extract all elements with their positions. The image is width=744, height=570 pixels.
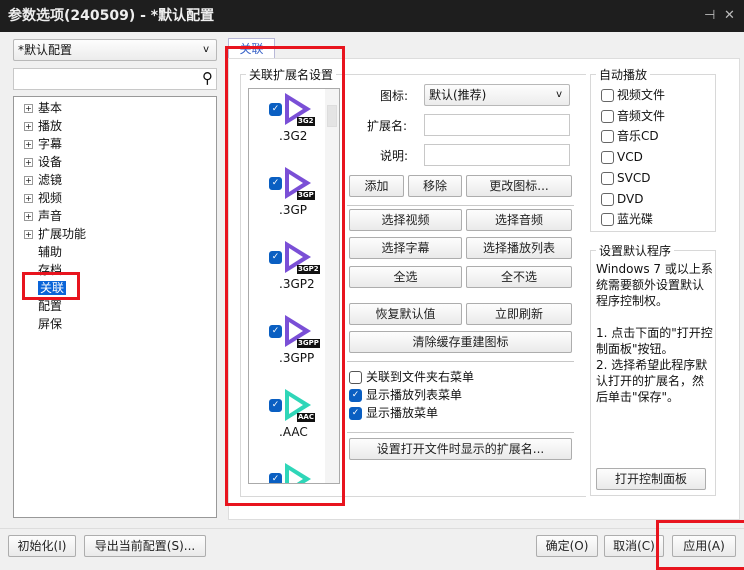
add-button[interactable]: 添加 [349,175,404,197]
autoplay-label: 音乐CD [617,129,659,144]
tree-item-label: 基本 [38,101,63,115]
autoplay-checkbox[interactable] [601,213,614,227]
autoplay-label: VCD [617,150,643,165]
autoplay-label: 音频文件 [617,108,666,123]
change-icon-button[interactable]: 更改图标... [466,175,572,197]
option-label: 关联到文件夹右菜单 [366,370,475,384]
option-checkbox[interactable] [349,371,362,384]
tree-item[interactable]: 辅助 [38,243,62,261]
option-checkbox[interactable]: ✓ [349,389,362,402]
divider [347,361,574,362]
autoplay-label: SVCD [617,170,651,185]
option-label: 显示播放列表菜单 [366,388,463,402]
tree-item[interactable]: + 扩展功能 [24,225,87,243]
tree-item[interactable]: + 声音 [24,207,63,225]
desc-input[interactable] [424,144,570,166]
autoplay-label: DVD [617,191,644,206]
autoplay-title: 自动播放 [596,66,651,83]
autoplay-checkbox[interactable] [601,109,614,123]
tree-item[interactable]: + 滤镜 [24,171,63,189]
tree-item-label: 声音 [38,209,63,223]
icon-label: 图标: [380,89,409,103]
option-checkbox[interactable]: ✓ [349,407,362,420]
select-all-button[interactable]: 全选 [349,266,462,288]
profile-value: *默认配置 [18,43,73,57]
open-control-panel-button[interactable]: 打开控制面板 [596,468,706,490]
select-audio-button[interactable]: 选择音频 [466,209,572,231]
tree-item[interactable]: + 播放 [24,117,63,135]
expand-icon[interactable]: + [24,104,33,113]
option-label: 显示播放菜单 [366,406,439,420]
autoplay-label: 蓝光碟 [617,212,654,227]
chevron-down-icon: v [556,89,562,100]
cancel-button[interactable]: 取消(C) [604,535,664,557]
highlight-box-apply [656,520,744,570]
tree-item[interactable]: + 基本 [24,99,63,117]
profile-select[interactable]: *默认配置 v [13,39,217,61]
search-input[interactable]: ⚲ [13,68,217,90]
select-playlist-button[interactable]: 选择播放列表 [466,237,572,259]
tree-item[interactable]: + 字幕 [24,135,63,153]
tree-item-label: 视频 [38,191,63,205]
expand-icon[interactable]: + [24,230,33,239]
default-program-text: Windows 7 或以上系统需要额外设置默认程序控制权。 [596,262,713,308]
ok-button[interactable]: 确定(O) [536,535,598,557]
autoplay-checkbox[interactable] [601,171,614,185]
select-subtitle-button[interactable]: 选择字幕 [349,237,462,259]
autoplay-checkbox[interactable] [601,192,614,206]
desc-label: 说明: [380,149,409,163]
restore-defaults-button[interactable]: 恢复默认值 [349,303,462,325]
highlight-box-tree [22,272,80,300]
highlight-box-ext [225,46,345,506]
category-tree: + 基本 + 播放 + 字幕 + 设备 + 滤镜 + 视频 + 声音 + 扩展功能 辅助 存档 关联 配置 屏保 [13,96,217,518]
set-open-ext-button[interactable]: 设置打开文件时显示的扩展名... [349,438,572,460]
divider [347,205,574,206]
clear-cache-button[interactable]: 清除缓存重建图标 [349,331,572,353]
tree-item-label: 字幕 [38,137,63,151]
window-title: 参数选项(240509) - *默认配置 [8,8,215,24]
tree-item-label: 辅助 [38,245,63,259]
default-program-step1: 1. 点击下面的"打开控制面板"按钮。 [596,326,713,356]
ext-input[interactable] [424,114,570,136]
remove-button[interactable]: 移除 [408,175,462,197]
select-none-button[interactable]: 全不选 [466,266,572,288]
autoplay-checkbox[interactable] [601,130,614,144]
expand-icon[interactable]: + [24,194,33,203]
expand-icon[interactable]: + [24,176,33,185]
default-program-step2: 2. 选择希望此程序默认打开的扩展名，然后单击"保存"。 [596,358,708,404]
expand-icon[interactable]: + [24,122,33,131]
expand-icon[interactable]: + [24,158,33,167]
title-bar: 参数选项(240509) - *默认配置 [0,0,744,32]
export-config-button[interactable]: 导出当前配置(S)... [84,535,206,557]
tree-item[interactable]: 屏保 [38,315,62,333]
divider [347,432,574,433]
refresh-button[interactable]: 立即刷新 [466,303,572,325]
search-icon[interactable]: ⚲ [202,69,213,87]
tree-item-label: 播放 [38,119,63,133]
tree-item-label: 配置 [38,299,63,313]
autoplay-label: 视频文件 [617,88,666,102]
autoplay-checkbox[interactable] [601,151,614,165]
tree-item-label: 扩展功能 [38,227,87,241]
select-video-button[interactable]: 选择视频 [349,209,462,231]
icon-select-value: 默认(推荐) [429,88,487,102]
init-button[interactable]: 初始化(I) [8,535,76,557]
tree-item[interactable]: + 设备 [24,153,63,171]
expand-icon[interactable]: + [24,212,33,221]
tree-item-label: 滤镜 [38,173,63,187]
close-icon[interactable]: ✕ [724,0,735,32]
divider [0,528,744,529]
tree-item-label: 屏保 [38,317,63,331]
pin-icon[interactable]: ⊣ [704,0,715,32]
tree-item[interactable]: + 视频 [24,189,63,207]
ext-label: 扩展名: [367,119,408,133]
default-program-title: 设置默认程序 [596,242,675,259]
expand-icon[interactable]: + [24,140,33,149]
tree-item-label: 设备 [38,155,63,169]
chevron-down-icon: v [203,44,209,55]
autoplay-checkbox[interactable] [601,89,614,102]
icon-select[interactable]: 默认(推荐) v [424,84,570,106]
default-program-group: 设置默认程序 Windows 7 或以上系统需要额外设置默认程序控制权。 1. … [590,242,716,496]
